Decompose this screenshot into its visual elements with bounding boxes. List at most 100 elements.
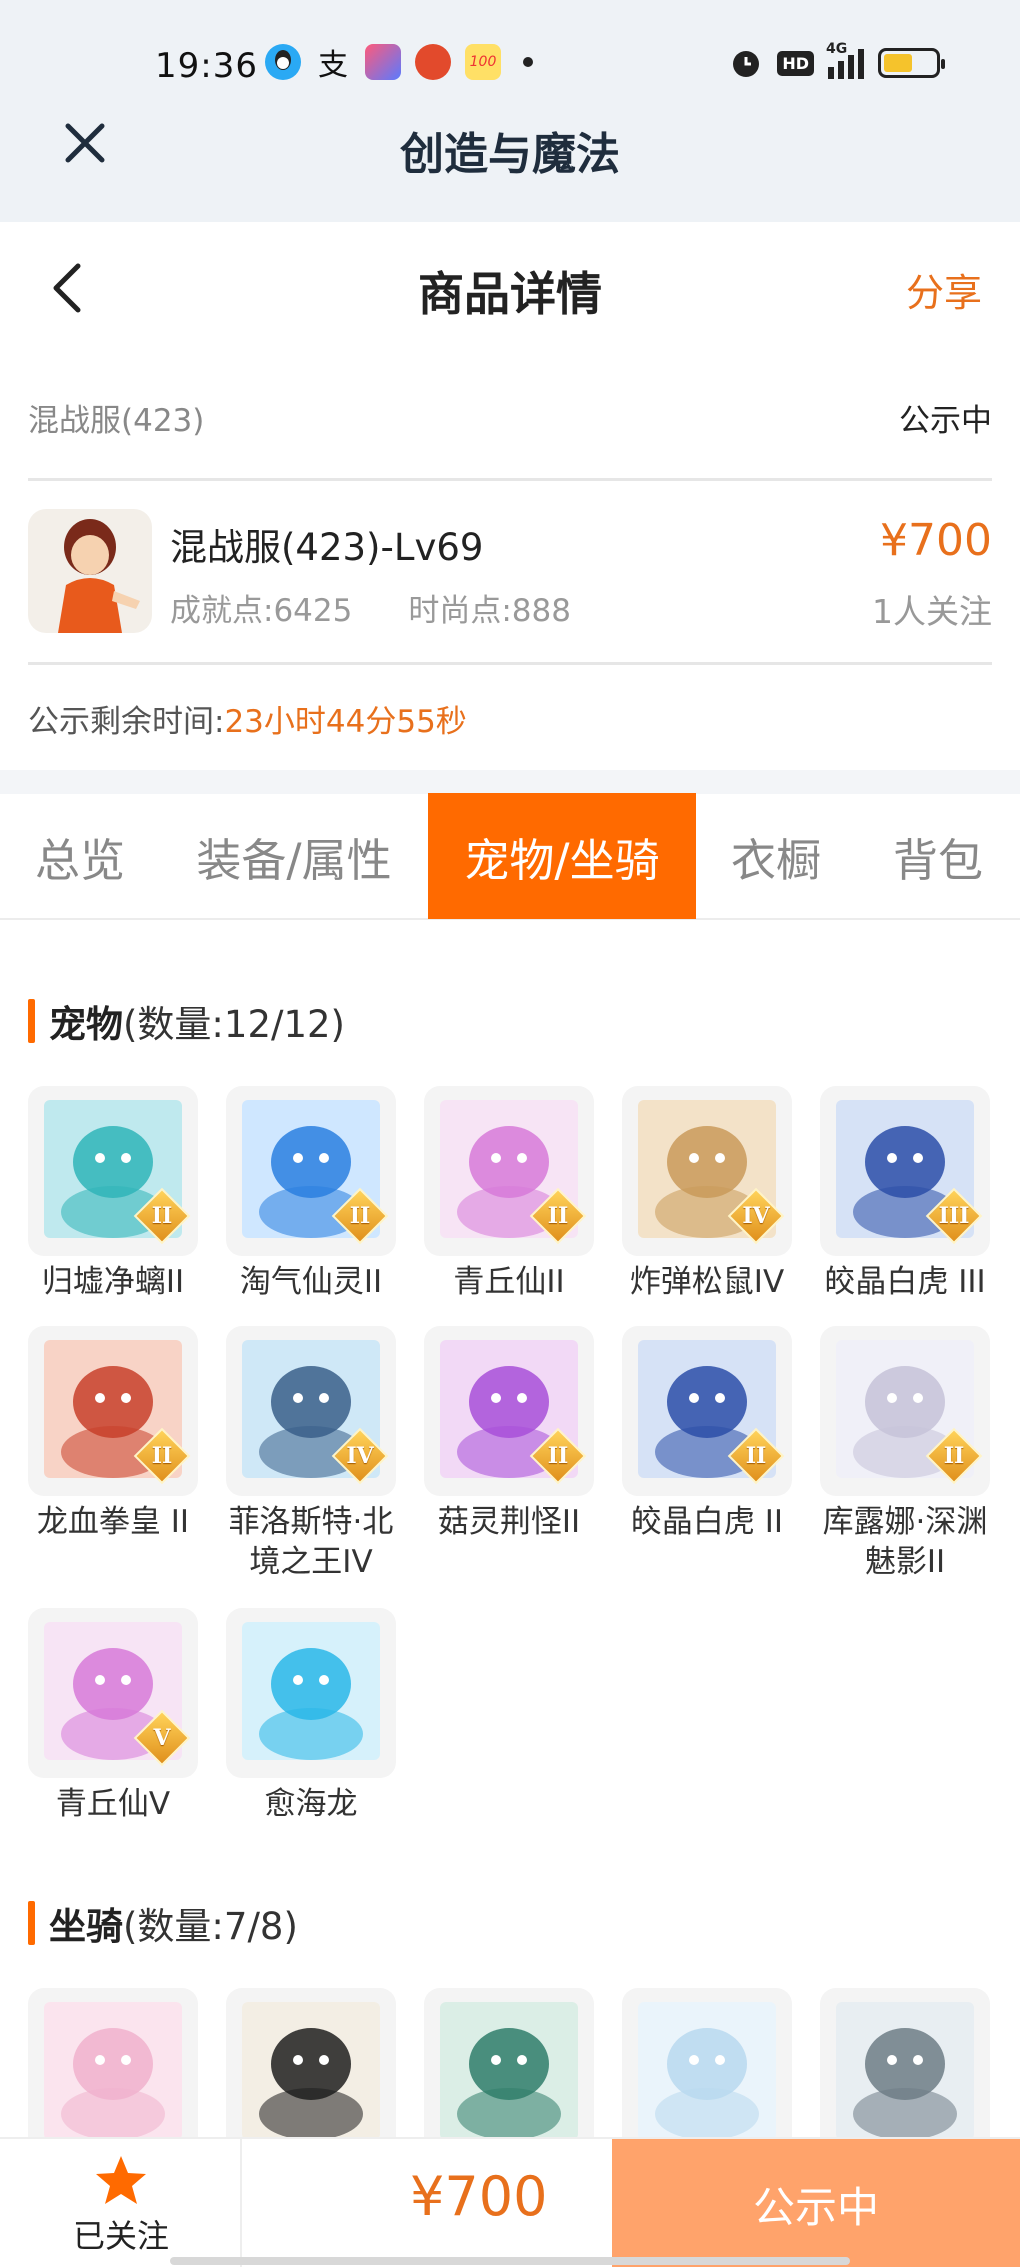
status-bar: 19:36 支 100 HD 4G (0, 0, 1020, 130)
mount-item[interactable] (226, 1988, 396, 2158)
more-notifications-dot (523, 57, 533, 67)
frost-king-icon: IV (226, 1326, 396, 1496)
fashion-points: 时尚点:888 (408, 593, 571, 629)
grade-badge: II (727, 1427, 785, 1485)
pet-name: 菲洛斯特·北境之王IV (228, 1504, 394, 1580)
pet-item[interactable]: II 菇灵荆怪II (424, 1326, 594, 1542)
section-gap (0, 770, 1020, 794)
pet-name: 愈海龙 (264, 1786, 358, 1822)
pet-item[interactable]: II 库露娜·深渊魅影II (820, 1326, 990, 1582)
character-name: 混战服(423)-Lv69 (170, 526, 484, 569)
server-row: 混战服(423) 公示中 (28, 385, 992, 445)
pets-count: (数量:12/12) (123, 1003, 345, 1046)
alipay-icon: 支 (318, 48, 348, 83)
homework-app-icon: 100 (465, 44, 501, 80)
follow-label: 已关注 (72, 2217, 169, 2255)
mount-item[interactable] (424, 1988, 594, 2158)
pet-name: 淘气仙灵II (239, 1264, 383, 1300)
character-summary[interactable]: 混战服(423)-Lv69 成就点:6425 时尚点:888 ¥700 1人关注 (28, 505, 992, 635)
bottom-bar: 已关注 ¥700 公示中 (0, 2137, 1020, 2267)
battery-icon (878, 48, 945, 78)
shark-icon (820, 1988, 990, 2158)
grade-badge: II (133, 1187, 191, 1245)
grade-badge: II (133, 1427, 191, 1485)
pet-item[interactable]: II 青丘仙II (424, 1086, 594, 1302)
pet-name: 青丘仙V (55, 1786, 171, 1822)
pet-name: 皎晶白虎 II (630, 1504, 784, 1540)
share-button[interactable]: 分享 (906, 262, 982, 317)
grade-badge: III (925, 1187, 983, 1245)
home-indicator (170, 2257, 850, 2265)
detail-tabs: 总览 装备/属性 宠物/坐骑 衣橱 背包 (0, 793, 1020, 920)
star-icon (96, 2156, 146, 2204)
pet-name: 皎晶白虎 III (824, 1264, 986, 1300)
pet-item[interactable]: 愈海龙 (226, 1608, 396, 1824)
pink-axolotl-icon (28, 1988, 198, 2158)
fox-maiden-icon: V (28, 1608, 198, 1778)
squirrel-icon: IV (622, 1086, 792, 1256)
grade-badge: II (925, 1427, 983, 1485)
pet-name: 青丘仙II (453, 1264, 565, 1300)
grade-badge: II (529, 1187, 587, 1245)
abyss-maiden-icon: II (820, 1326, 990, 1496)
app-title: 创造与魔法 (400, 129, 620, 180)
pet-item[interactable]: II 归墟净螭II (28, 1086, 198, 1302)
grade-badge: II (331, 1187, 389, 1245)
countdown-value: 23小时44分55秒 (224, 704, 467, 740)
pet-name: 炸弹松鼠IV (629, 1264, 785, 1300)
pet-name: 菇灵荆怪II (437, 1504, 581, 1540)
bottom-price: ¥700 (410, 2165, 548, 2228)
grade-badge: IV (331, 1427, 389, 1485)
alarm-icon (733, 51, 760, 77)
countdown: 公示剩余时间:23小时44分55秒 (28, 696, 467, 741)
pet-item[interactable]: IV 炸弹松鼠IV (622, 1086, 792, 1302)
pet-item[interactable]: III 皎晶白虎 III (820, 1086, 990, 1302)
countdown-label: 公示剩余时间: (28, 704, 225, 740)
pet-item[interactable]: II 龙血拳皇 II (28, 1326, 198, 1542)
grade-badge: IV (727, 1187, 785, 1245)
character-price: ¥700 (880, 515, 992, 566)
achievement-points: 成就点:6425 (170, 593, 353, 629)
mount-item[interactable] (28, 1988, 198, 2158)
listing-status: 公示中 (899, 403, 992, 439)
white-qilin-icon (622, 1988, 792, 2158)
dragon-icon: II (28, 1086, 198, 1256)
fox-maiden-icon: II (424, 1086, 594, 1256)
qq-icon (265, 44, 301, 80)
pet-item[interactable]: II 皎晶白虎 II (622, 1326, 792, 1542)
pet-item[interactable]: II 淘气仙灵II (226, 1086, 396, 1302)
pets-title: 宠物 (49, 1003, 123, 1046)
top-area: 19:36 支 100 HD 4G 创造与魔法 (0, 0, 1020, 222)
tab-backpack[interactable]: 背包 (856, 793, 1020, 919)
black-pig-icon (226, 1988, 396, 2158)
tab-wardrobe[interactable]: 衣橱 (696, 793, 856, 919)
page-title: 商品详情 (418, 267, 602, 321)
system-icons: HD 4G (729, 41, 945, 80)
pet-name: 归墟净螭II (41, 1264, 185, 1300)
divider (28, 662, 992, 665)
tab-overview[interactable]: 总览 (0, 793, 160, 919)
follow-button[interactable]: 已关注 (0, 2139, 242, 2267)
tab-equipment[interactable]: 装备/属性 (160, 793, 428, 919)
network-type: 4G (826, 41, 848, 57)
hd-icon: HD (777, 50, 814, 76)
mount-item[interactable] (820, 1988, 990, 2158)
pet-item[interactable]: V 青丘仙V (28, 1608, 198, 1824)
mushroom-sprite-icon: II (424, 1326, 594, 1496)
mount-item[interactable] (622, 1988, 792, 2158)
grade-badge: V (133, 1709, 191, 1767)
pet-item[interactable]: IV 菲洛斯特·北境之王IV (226, 1326, 396, 1582)
public-notice-button[interactable]: 公示中 (612, 2139, 1020, 2267)
green-dragon-icon (424, 1988, 594, 2158)
notification-icons: 支 100 (265, 44, 533, 83)
mounts-title: 坐骑 (49, 1905, 123, 1948)
page-header: 商品详情 分享 (0, 222, 1020, 352)
white-tiger-icon: III (820, 1086, 990, 1256)
game-app-icon (415, 44, 451, 80)
shortcut-app-icon (365, 44, 401, 80)
character-avatar (28, 509, 152, 633)
sea-dragon-icon (226, 1608, 396, 1778)
blue-pup-icon: II (226, 1086, 396, 1256)
tab-pets-mounts[interactable]: 宠物/坐骑 (428, 793, 696, 919)
server-name: 混战服(423) (28, 403, 205, 439)
